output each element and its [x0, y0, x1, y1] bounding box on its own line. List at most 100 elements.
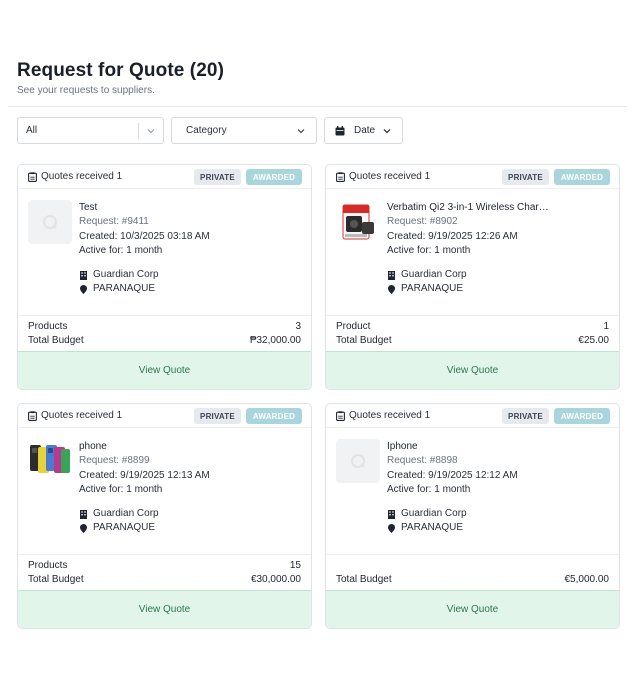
created-date: Created: 10/3/2025 03:18 AM: [79, 230, 210, 242]
quotes-received: Quotes received 1: [28, 410, 122, 421]
card-header: Quotes received 1 PRIVATE AWARDED: [326, 404, 619, 428]
budget-value: €5,000.00: [564, 574, 610, 585]
card-summary: Total Budget €5,000.00: [326, 554, 619, 585]
budget-row: Total Budget ₱32,000.00: [28, 335, 301, 346]
request-number: Request: #9411: [79, 216, 149, 228]
page-subtitle: See your requests to suppliers.: [17, 85, 155, 96]
location-pin-icon: [388, 284, 395, 294]
rfq-card: Quotes received 1 PRIVATE AWARDED Verbat…: [325, 164, 620, 390]
request-number: Request: #8899: [79, 455, 150, 467]
budget-value: €30,000.00: [250, 574, 301, 585]
view-quote-button[interactable]: View Quote: [326, 590, 619, 628]
active-duration: Active for: 1 month: [79, 483, 163, 495]
view-quote-button[interactable]: View Quote: [18, 590, 311, 628]
products-row: Product 1: [336, 321, 609, 332]
budget-row: Total Budget €25.00: [336, 335, 609, 346]
view-quote-button[interactable]: View Quote: [326, 351, 619, 389]
products-row: Products 15: [28, 560, 301, 571]
budget-value: €25.00: [578, 335, 609, 346]
status-filter-select[interactable]: All: [17, 117, 164, 144]
product-name: phone: [79, 441, 107, 452]
request-number: Request: #8902: [387, 216, 458, 228]
created-date: Created: 9/19/2025 12:26 AM: [387, 230, 518, 242]
company-info: Guardian Corp PARANAQUE: [80, 507, 159, 535]
location-name: PARANAQUE: [93, 283, 156, 294]
building-icon: [388, 509, 395, 519]
product-info: Verbatim Qi2 3-in-1 Wireless Charger Req…: [387, 201, 612, 258]
card-header: Quotes received 1 PRIVATE AWARDED: [326, 165, 619, 189]
location-pin-icon: [388, 523, 395, 533]
products-row: Products 3: [28, 321, 301, 332]
product-info: Test Request: #9411 Created: 10/3/2025 0…: [79, 201, 304, 258]
page-title: Request for Quote (20): [17, 60, 224, 81]
category-filter-value: Category: [186, 125, 227, 136]
quotes-received: Quotes received 1: [336, 171, 430, 182]
budget-label: Total Budget: [28, 335, 84, 346]
budget-row: Total Budget €30,000.00: [28, 574, 301, 585]
company-name: Guardian Corp: [401, 269, 467, 280]
product-info: Iphone Request: #8898 Created: 9/19/2025…: [387, 440, 612, 497]
placeholder-image-icon: [336, 439, 380, 483]
charger-product-image: [336, 200, 380, 244]
select-separator: [138, 123, 139, 139]
rfq-card: Quotes received 1 PRIVATE AWARDED Test R…: [17, 164, 312, 390]
active-duration: Active for: 1 month: [387, 244, 471, 256]
product-info: phone Request: #8899 Created: 9/19/2025 …: [79, 440, 304, 497]
category-filter-select[interactable]: Category: [171, 117, 317, 144]
quotes-received: Quotes received 1: [336, 410, 430, 421]
awarded-badge: AWARDED: [246, 169, 302, 185]
clipboard-icon: [336, 410, 345, 421]
company-info: Guardian Corp PARANAQUE: [388, 507, 467, 535]
private-badge: PRIVATE: [194, 408, 241, 424]
products-label: Products: [28, 560, 68, 571]
awarded-badge: AWARDED: [554, 169, 610, 185]
chevron-down-icon: [383, 129, 391, 134]
product-name: Test: [79, 202, 98, 213]
products-count: 1: [603, 321, 609, 332]
card-summary: Products 15 Total Budget €30,000.00: [18, 554, 311, 585]
company-info: Guardian Corp PARANAQUE: [80, 268, 159, 296]
quotes-received-label: Quotes received 1: [41, 171, 123, 182]
private-badge: PRIVATE: [194, 169, 241, 185]
products-label: Products: [28, 321, 68, 332]
private-badge: PRIVATE: [502, 408, 549, 424]
chevron-down-icon[interactable]: [146, 126, 156, 136]
card-header: Quotes received 1 PRIVATE AWARDED: [18, 165, 311, 189]
active-duration: Active for: 1 month: [79, 244, 163, 256]
building-icon: [80, 270, 87, 280]
company-name: Guardian Corp: [93, 508, 159, 519]
clipboard-icon: [28, 410, 37, 421]
active-duration: Active for: 1 month: [387, 483, 471, 495]
created-date: Created: 9/19/2025 12:12 AM: [387, 469, 518, 481]
budget-value: ₱32,000.00: [249, 335, 301, 346]
request-number: Request: #8898: [387, 455, 458, 467]
card-summary: Product 1 Total Budget €25.00: [326, 315, 619, 346]
placeholder-image-icon: [28, 200, 72, 244]
quotes-received-label: Quotes received 1: [349, 171, 431, 182]
clipboard-icon: [28, 171, 37, 182]
calendar-icon: [335, 125, 345, 135]
product-name: Iphone: [387, 441, 418, 452]
company-name: Guardian Corp: [401, 508, 467, 519]
created-date: Created: 9/19/2025 12:13 AM: [79, 469, 210, 481]
quotes-received: Quotes received 1: [28, 171, 122, 182]
location-name: PARANAQUE: [401, 283, 464, 294]
product-name: Verbatim Qi2 3-in-1 Wireless Charger: [387, 202, 552, 213]
status-filter-value: All: [26, 125, 38, 136]
date-filter-button[interactable]: Date: [324, 117, 403, 144]
building-icon: [80, 509, 87, 519]
quotes-received-label: Quotes received 1: [349, 410, 431, 421]
header-divider: [8, 106, 627, 107]
awarded-badge: AWARDED: [554, 408, 610, 424]
card-header: Quotes received 1 PRIVATE AWARDED: [18, 404, 311, 428]
private-badge: PRIVATE: [502, 169, 549, 185]
budget-label: Total Budget: [336, 574, 392, 585]
location-name: PARANAQUE: [93, 522, 156, 533]
location-pin-icon: [80, 523, 87, 533]
location-name: PARANAQUE: [401, 522, 464, 533]
budget-row: Total Budget €5,000.00: [336, 574, 609, 585]
products-count: 15: [289, 560, 301, 571]
card-summary: Products 3 Total Budget ₱32,000.00: [18, 315, 311, 346]
location-pin-icon: [80, 284, 87, 294]
view-quote-button[interactable]: View Quote: [18, 351, 311, 389]
